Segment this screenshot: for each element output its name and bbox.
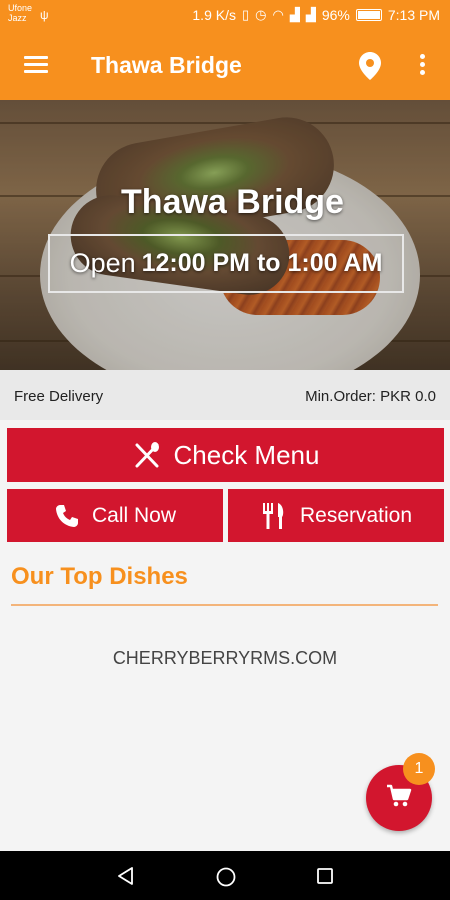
delivery-info: Free Delivery Min.Order: PKR 0.0 [0, 370, 450, 420]
check-menu-label: Check Menu [173, 439, 320, 470]
battery-icon [355, 9, 382, 21]
call-now-label: Call Now [91, 503, 177, 527]
location-pin-icon[interactable] [359, 52, 381, 80]
reservation-label: Reservation [299, 503, 413, 527]
signal-icon: ▟ [289, 7, 300, 22]
clock: 7:13 PM [387, 7, 440, 23]
app-bar: Thawa Bridge [0, 32, 450, 100]
usb-icon: ψ [40, 8, 49, 22]
carrier-info: Ufone Jazz [8, 3, 32, 23]
carrier-name-2: Jazz [8, 13, 27, 23]
recents-icon[interactable] [316, 867, 334, 890]
carrier-name-1: Ufone [8, 3, 33, 13]
status-icons: 1.9 K/s ▯ ◷ ◠ ▟ ▟ 96% 7:13 PM [192, 7, 440, 23]
cart-count-badge: 1 [403, 753, 435, 785]
hours-prefix: Open [69, 248, 136, 278]
status-bar: Ufone Jazz ψ 1.9 K/s ▯ ◷ ◠ ▟ ▟ 96% 7:13 … [0, 0, 450, 32]
system-nav-bar [0, 851, 450, 900]
min-order-label: Min.Order: PKR 0.0 [305, 388, 436, 405]
app-title: Thawa Bridge [91, 52, 242, 78]
cart-icon [385, 782, 413, 815]
menu-icon[interactable] [24, 56, 48, 76]
website-link[interactable]: CHERRYBERRYRMS.COM [0, 648, 450, 669]
cutlery-icon [132, 440, 162, 470]
hours-range: 12:00 PM to 1:00 AM [141, 249, 383, 277]
hero-banner: Thawa Bridge Open 12:00 PM to 1:00 AM [0, 100, 450, 370]
battery-level: 96% [321, 7, 350, 23]
alarm-icon: ◷ [255, 7, 267, 22]
wifi-icon: ◠ [272, 7, 284, 22]
more-vert-icon[interactable] [414, 54, 430, 80]
signal-icon-2: ▟ [305, 7, 316, 22]
call-now-button[interactable]: Call Now [7, 489, 223, 542]
phone-icon [54, 503, 80, 529]
section-divider [11, 604, 438, 606]
fork-knife-icon [260, 501, 288, 531]
restaurant-name: Thawa Bridge [121, 183, 344, 221]
check-menu-button[interactable]: Check Menu [7, 428, 444, 482]
vibrate-icon: ▯ [241, 7, 250, 22]
opening-hours: Open 12:00 PM to 1:00 AM [48, 234, 404, 293]
reservation-button[interactable]: Reservation [228, 489, 444, 542]
network-speed: 1.9 K/s [192, 7, 236, 23]
free-delivery-label: Free Delivery [14, 388, 104, 405]
back-icon[interactable] [116, 866, 136, 891]
top-dishes-heading: Our Top Dishes [11, 563, 188, 590]
home-icon[interactable] [215, 866, 237, 893]
